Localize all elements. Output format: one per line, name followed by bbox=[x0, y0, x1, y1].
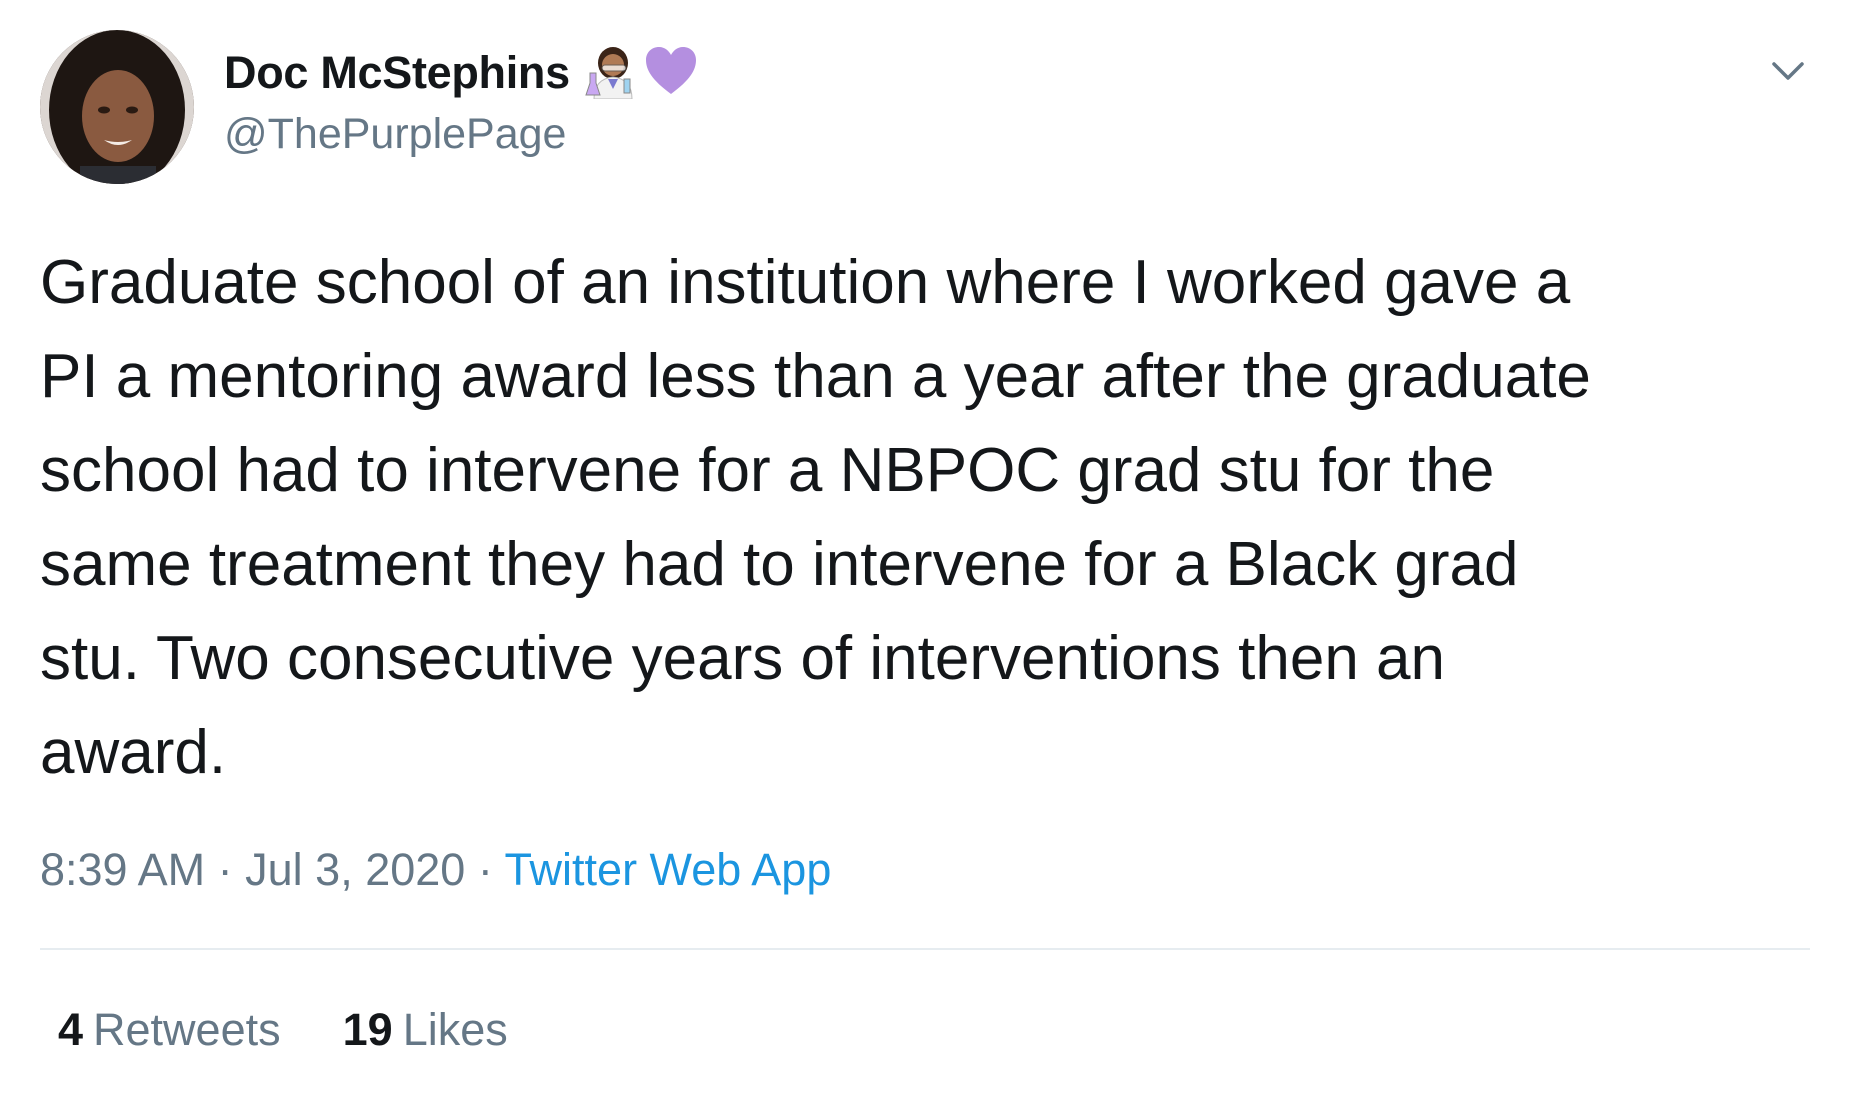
tweet-header: Doc McStephins @ThePurplePage bbox=[224, 44, 698, 159]
retweets-stat[interactable]: 4 Retweets bbox=[58, 1004, 281, 1056]
like-count: 19 bbox=[342, 1004, 393, 1055]
tweet-text-line: same treatment they had to intervene for… bbox=[40, 530, 1519, 599]
tweet-metadata: 8:39 AM · Jul 3, 2020 · Twitter Web App bbox=[40, 844, 831, 896]
scientist-woman-icon bbox=[584, 43, 642, 104]
tweet-text-line: PI a mentoring award less than a year af… bbox=[40, 342, 1591, 411]
purple-heart-icon bbox=[644, 46, 698, 101]
like-label: Likes bbox=[402, 1004, 508, 1055]
divider bbox=[40, 948, 1810, 950]
user-handle[interactable]: @ThePurplePage bbox=[224, 110, 698, 159]
tweet-time[interactable]: 8:39 AM bbox=[40, 844, 205, 895]
retweet-count: 4 bbox=[58, 1004, 84, 1055]
likes-stat[interactable]: 19 Likes bbox=[343, 1004, 508, 1056]
meta-separator: · bbox=[477, 844, 493, 895]
tweet-source-link[interactable]: Twitter Web App bbox=[505, 844, 832, 895]
avatar-photo bbox=[40, 30, 194, 184]
tweet-text: Graduate school of an institution where … bbox=[40, 236, 1810, 800]
display-name[interactable]: Doc McStephins bbox=[224, 47, 570, 99]
meta-separator: · bbox=[217, 844, 233, 895]
avatar[interactable] bbox=[40, 30, 194, 184]
name-row: Doc McStephins bbox=[224, 44, 698, 102]
tweet-text-line: award. bbox=[40, 718, 227, 787]
tweet-text-line: Graduate school of an institution where … bbox=[40, 248, 1571, 317]
tweet-text-line: school had to intervene for a NBPOC grad… bbox=[40, 436, 1495, 505]
tweet-stats: 4 Retweets 19 Likes bbox=[58, 1004, 508, 1056]
tweet-date[interactable]: Jul 3, 2020 bbox=[245, 844, 465, 895]
tweet-card: Doc McStephins @ThePurplePage Graduate s… bbox=[0, 0, 1860, 1106]
retweet-label: Retweets bbox=[93, 1004, 281, 1055]
chevron-down-icon[interactable] bbox=[1764, 46, 1812, 94]
tweet-text-line: stu. Two consecutive years of interventi… bbox=[40, 624, 1445, 693]
